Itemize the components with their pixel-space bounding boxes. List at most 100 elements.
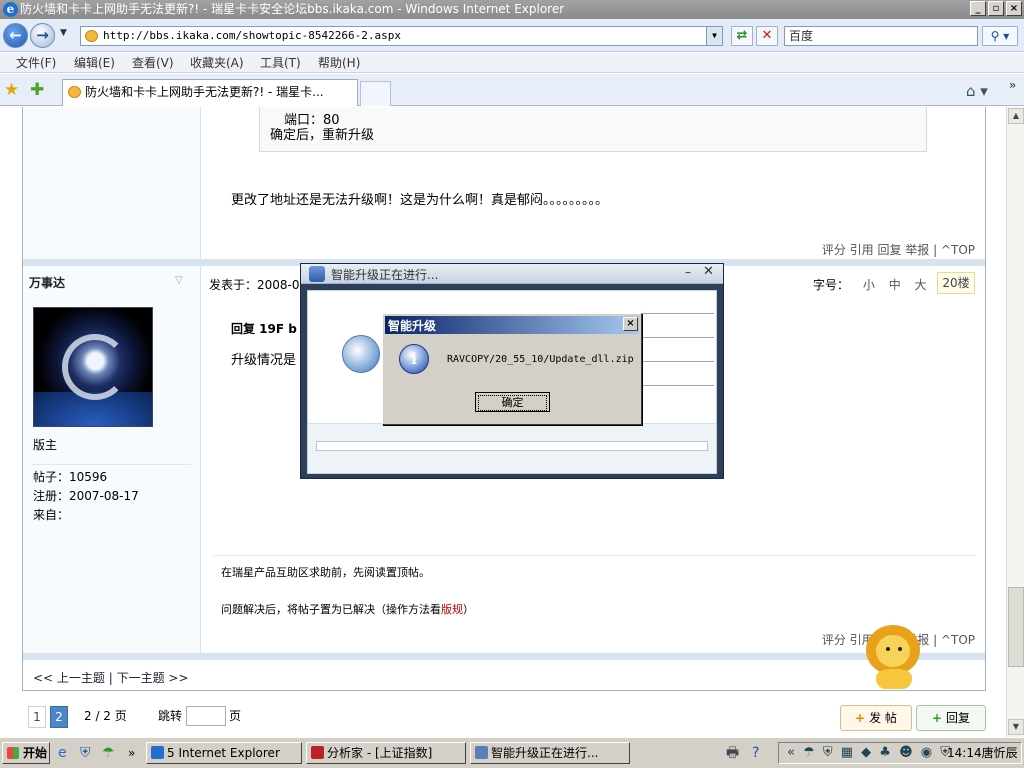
task-analyst[interactable]: 分析家 - [上证指数] bbox=[306, 742, 466, 764]
msgbox-titlebar[interactable]: 智能升级 × bbox=[385, 316, 639, 334]
author-posts: 帖子：10596 bbox=[33, 470, 108, 484]
page-link-2[interactable]: 2 bbox=[50, 706, 68, 728]
back-button[interactable]: ← bbox=[3, 23, 28, 48]
scroll-up-icon[interactable]: ▲ bbox=[1008, 108, 1024, 124]
reply-label: 回复 bbox=[946, 711, 971, 725]
stop-button[interactable]: ✕ bbox=[756, 26, 778, 46]
update-window-title: 智能升级正在进行... bbox=[331, 268, 439, 282]
info-icon: i bbox=[399, 344, 429, 374]
new-post-button[interactable]: + 发 帖 bbox=[840, 705, 912, 731]
menu-file[interactable]: 文件(F) bbox=[16, 53, 56, 73]
favorites-star-icon[interactable]: ★ bbox=[4, 80, 19, 100]
author-registered: 注册：2007-08-17 bbox=[33, 489, 139, 503]
new-tab-button[interactable] bbox=[360, 81, 391, 106]
sig2-text: 问题解决后，将帖子置为已解决（操作方法看 bbox=[221, 603, 441, 616]
menu-view[interactable]: 查看(V) bbox=[132, 53, 174, 73]
tab-active[interactable]: 防火墙和卡卡上网助手无法更新?! - 瑞星卡... bbox=[62, 79, 358, 106]
close-button[interactable]: × bbox=[1006, 1, 1022, 16]
thread-navigation[interactable]: << 上一主题 | 下一主题 >> bbox=[33, 669, 189, 686]
menu-bar: 文件(F) 编辑(E) 查看(V) 收藏夹(A) 工具(T) 帮助(H) bbox=[0, 53, 1024, 73]
lion-face bbox=[876, 635, 910, 667]
post2-body: 升级情况是 bbox=[231, 353, 297, 368]
font-size-large[interactable]: 大 bbox=[915, 278, 927, 292]
taskbar: 开始 e ⛨ ☂ » 5 Internet Explorer 分析家 - [上证… bbox=[0, 737, 1024, 768]
minimize-button[interactable]: _ bbox=[970, 1, 986, 16]
task-update-icon bbox=[475, 746, 488, 759]
new-post-label: 发 帖 bbox=[869, 711, 897, 725]
history-dropdown-icon[interactable]: ▼ bbox=[60, 28, 67, 38]
lion-mascot-icon[interactable] bbox=[862, 625, 926, 691]
toolbar-overflow-icon[interactable]: » bbox=[1009, 78, 1016, 92]
start-button[interactable]: 开始 bbox=[2, 742, 50, 764]
globe-update-icon bbox=[342, 335, 380, 373]
search-button[interactable]: ⚲ ▾ bbox=[982, 26, 1018, 46]
ie-icon: e bbox=[3, 2, 18, 17]
update-minimize-icon[interactable]: – bbox=[685, 265, 691, 279]
window-controls: _ ▫ × bbox=[970, 1, 1022, 16]
task-internet-explorer[interactable]: 5 Internet Explorer bbox=[146, 742, 302, 764]
window-titlebar: e 防火墙和卡卡上网助手无法更新?! - 瑞星卡卡安全论坛bbs.ikaka.c… bbox=[0, 0, 1024, 19]
quicklaunch-umbrella-icon[interactable]: ☂ bbox=[102, 744, 115, 762]
page-link-1[interactable]: 1 bbox=[28, 706, 46, 728]
author-rank: 版主 bbox=[33, 438, 58, 452]
signature-line-2: 问题解决后，将帖子置为已解决（操作方法看版规） bbox=[221, 601, 474, 617]
sig2-close: ） bbox=[463, 603, 474, 616]
address-bar[interactable]: http://bbs.ikaka.com/showtopic-8542266-2… bbox=[80, 26, 723, 46]
font-size-medium[interactable]: 中 bbox=[889, 278, 901, 292]
lion-eye bbox=[886, 647, 890, 651]
tray-help-icon[interactable]: ? bbox=[752, 744, 759, 762]
task-smart-update[interactable]: 智能升级正在进行... bbox=[470, 742, 630, 764]
menu-help[interactable]: 帮助(H) bbox=[318, 53, 360, 73]
info-message-box: 智能升级 × i RAVCOPY/20_55_10/Update_dll.zip… bbox=[382, 313, 642, 425]
rules-link[interactable]: 版规 bbox=[441, 603, 463, 616]
menu-tools[interactable]: 工具(T) bbox=[260, 53, 301, 73]
start-label: 开始 bbox=[23, 746, 48, 760]
quicklaunch-shield-icon[interactable]: ⛨ bbox=[80, 744, 91, 762]
vertical-scrollbar[interactable]: ▲ ▼ bbox=[1006, 107, 1024, 737]
msgbox-message: RAVCOPY/20_55_10/Update_dll.zip bbox=[447, 354, 634, 365]
post1-actions[interactable]: 评分 引用 回复 举报 | ^TOP bbox=[822, 241, 975, 258]
address-dropdown-icon[interactable]: ▼ bbox=[706, 27, 722, 45]
menu-favorites[interactable]: 收藏夹(A) bbox=[190, 53, 244, 73]
search-input[interactable]: 百度 bbox=[784, 26, 978, 46]
address-toolbar: ← → ▼ http://bbs.ikaka.com/showtopic-854… bbox=[0, 19, 1024, 52]
refresh-button[interactable]: ⇄ bbox=[731, 26, 753, 46]
msgbox-close-button[interactable]: × bbox=[623, 317, 638, 331]
scroll-thumb[interactable] bbox=[1008, 587, 1024, 667]
address-url: http://bbs.ikaka.com/showtopic-8542266-2… bbox=[103, 29, 402, 42]
tray-icons[interactable]: « ☂ ⛨ ▦ ◆ ♣ ☻ ◉ ⛨ bbox=[787, 745, 952, 760]
task-ie-label: 5 Internet Explorer bbox=[167, 746, 280, 760]
tab-row: ★ ✚ 防火墙和卡卡上网助手无法更新?! - 瑞星卡... ⌂ ▾ » bbox=[0, 74, 1024, 106]
task-update-label: 智能升级正在进行... bbox=[491, 746, 599, 760]
home-icon[interactable]: ⌂ ▾ bbox=[966, 80, 1000, 102]
forward-button[interactable]: → bbox=[30, 23, 55, 48]
window-title: 防火墙和卡卡上网助手无法更新?! - 瑞星卡卡安全论坛bbs.ikaka.com… bbox=[20, 2, 565, 16]
update-close-icon[interactable]: ✕ bbox=[703, 264, 714, 279]
tray-printer-icon[interactable]: 🖶 bbox=[726, 744, 739, 762]
page-count: 2 / 2 页 bbox=[84, 709, 127, 723]
maximize-button[interactable]: ▫ bbox=[988, 1, 1004, 16]
font-size-small[interactable]: 小 bbox=[863, 278, 875, 292]
page-jump-input[interactable] bbox=[186, 706, 226, 726]
author-menu-icon[interactable]: ▽ bbox=[175, 275, 183, 286]
quicklaunch-overflow-icon[interactable]: » bbox=[128, 744, 135, 762]
ok-button[interactable]: 确定 bbox=[475, 392, 550, 412]
post2-posted-at: 发表于：2008-0 bbox=[209, 278, 300, 292]
task-ie-icon bbox=[151, 746, 164, 759]
reply-button[interactable]: + 回复 bbox=[916, 705, 986, 731]
font-size-label: 字号： bbox=[813, 278, 850, 292]
update-window-titlebar[interactable]: 智能升级正在进行... – ✕ bbox=[301, 264, 723, 284]
ok-label: 确定 bbox=[478, 395, 547, 411]
scroll-down-icon[interactable]: ▼ bbox=[1008, 719, 1024, 735]
post-separator bbox=[23, 653, 985, 660]
menu-edit[interactable]: 编辑(E) bbox=[74, 53, 115, 73]
floor-badge: 20楼 bbox=[937, 272, 975, 294]
quicklaunch-ie-icon[interactable]: e bbox=[58, 744, 67, 762]
post2-author[interactable]: 万事达 bbox=[29, 274, 65, 291]
task-analyst-label: 分析家 - [上证指数] bbox=[327, 746, 433, 760]
signature-divider bbox=[213, 555, 975, 556]
signature-line-1: 在瑞星产品互助区求助前，先阅读置顶帖。 bbox=[221, 566, 430, 579]
font-size-selector: 字号： 小 中 大 bbox=[813, 276, 927, 293]
clock: 14:14唐忻辰 bbox=[947, 746, 1018, 760]
add-favorite-icon[interactable]: ✚ bbox=[30, 80, 44, 100]
